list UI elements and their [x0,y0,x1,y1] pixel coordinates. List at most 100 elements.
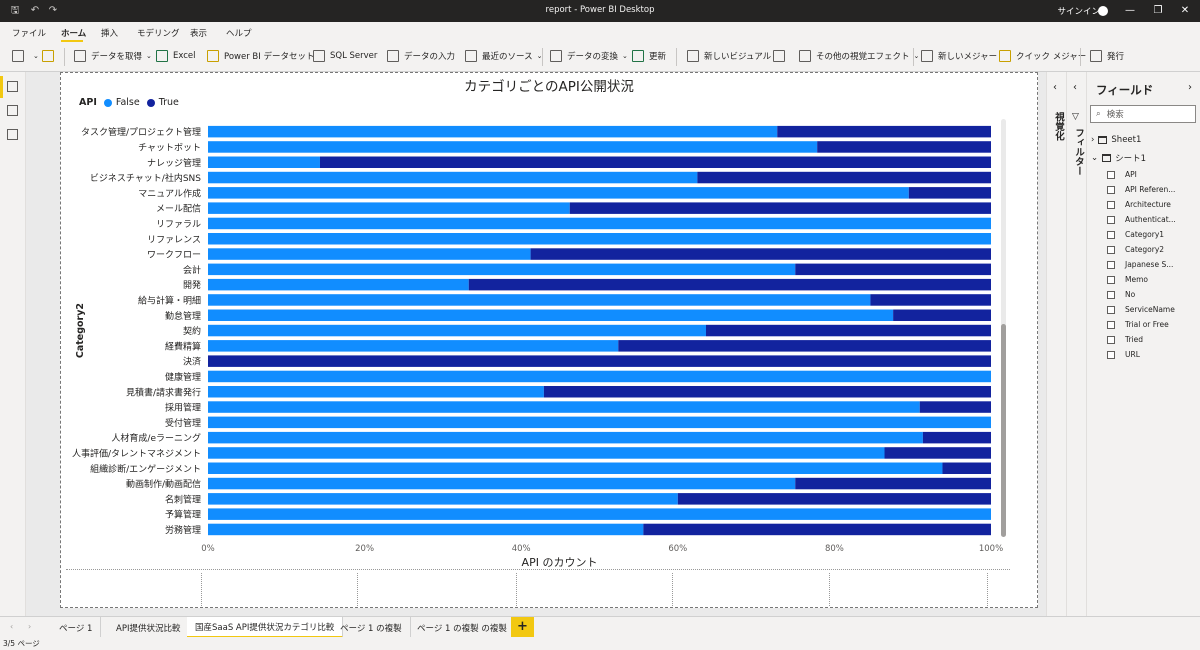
bar-true[interactable] [319,156,991,169]
field-checkbox[interactable] [1107,260,1115,269]
bar-false[interactable] [208,294,871,306]
bar-true[interactable] [543,386,991,398]
collapse-chevron-icon[interactable]: ‹ [1073,82,1077,93]
bar-false[interactable] [208,202,570,214]
field-checkbox[interactable] [1107,275,1115,284]
bar-false[interactable] [208,431,923,444]
bar-false[interactable] [208,324,706,337]
quick-measure-button[interactable]: クイック メジャー [999,50,1086,62]
bar-false[interactable] [208,477,796,490]
collapse-chevron-icon[interactable]: ‹ [1053,82,1057,93]
field-checkbox[interactable] [1107,215,1115,224]
bar-false[interactable] [208,233,991,245]
menu-modeling[interactable]: モデリング [137,27,180,39]
tab-api-comparison[interactable]: API提供状況比較 [108,617,190,638]
close-icon[interactable]: ✕ [1178,4,1192,18]
tab-page1[interactable]: ページ 1 [51,617,102,638]
field-checkbox[interactable] [1107,230,1115,239]
field-item[interactable]: Authenticat... [1107,215,1176,224]
new-measure-button[interactable]: 新しいメジャー [921,50,997,62]
menu-help[interactable]: ヘルプ [226,27,252,39]
account-icon[interactable] [1098,6,1108,16]
bar-true[interactable] [795,263,991,276]
bar-false[interactable] [208,156,320,169]
bar-false[interactable] [208,447,885,459]
bar-true[interactable] [208,355,991,367]
visualizations-pane[interactable]: ‹ 視覚化 [1046,72,1066,616]
new-visual-button[interactable]: 新しいビジュアル [687,50,771,62]
signin-button[interactable]: サインイン [1057,5,1100,17]
bar-false[interactable] [208,141,818,153]
get-data-button[interactable]: データを取得 ⌄ [74,50,152,62]
fields-search-input[interactable]: ⌕ 検索 [1090,105,1196,123]
menu-insert[interactable]: 挿入 [101,27,118,39]
bar-true[interactable] [870,294,991,306]
maximize-icon[interactable]: ❐ [1151,4,1165,18]
bar-true[interactable] [919,401,991,413]
bar-false[interactable] [208,187,909,199]
excel-button[interactable]: Excel [156,50,196,62]
chart-scroll-thumb[interactable] [1001,324,1006,537]
field-item[interactable]: Memo [1107,275,1148,284]
bar-false[interactable] [208,386,544,398]
bar-true[interactable] [468,278,991,291]
bar-true[interactable] [677,493,991,505]
expand-chevron-icon[interactable]: › [1188,82,1192,93]
field-item[interactable]: API Referen... [1107,185,1175,194]
field-checkbox[interactable] [1107,350,1115,359]
field-checkbox[interactable] [1107,305,1115,314]
bar-true[interactable] [697,171,991,184]
bar-true[interactable] [884,447,991,459]
field-checkbox[interactable] [1107,185,1115,194]
textbox-button[interactable] [773,50,790,62]
filters-label[interactable]: フィルター [1071,128,1085,176]
field-item[interactable]: Trial or Free [1107,320,1169,329]
field-checkbox[interactable] [1107,335,1115,344]
tab-page1-copy-copy[interactable]: ページ 1 の複製 の複製 [409,617,516,638]
next-page-icon[interactable]: › [28,622,31,631]
bar-false[interactable] [208,217,991,230]
filters-pane[interactable]: ‹ ▽ フィルター [1066,72,1086,616]
menu-file[interactable]: ファイル [12,27,46,39]
bar-false[interactable] [208,493,678,505]
tab-category-comparison[interactable]: 国産SaaS API提供状況カテゴリ比較 [187,617,344,638]
prev-page-icon[interactable]: ‹ [10,622,13,631]
bar-false[interactable] [208,401,920,413]
table-sheet1[interactable]: › Sheet1 [1091,135,1141,145]
visualizations-label[interactable]: 視覚化 [1051,112,1065,141]
field-item[interactable]: No [1107,290,1135,299]
bar-true[interactable] [942,462,991,475]
bar-true[interactable] [893,309,991,322]
recent-sources-button[interactable]: 最近のソース ⌄ [465,50,542,62]
bar-false[interactable] [208,309,894,322]
field-checkbox[interactable] [1107,200,1115,209]
bar-true[interactable] [705,324,991,337]
publish-button[interactable]: 発行 [1090,50,1124,62]
sql-server-button[interactable]: SQL Server [313,50,377,62]
table-sheet1-jp[interactable]: ⌄ シート1 [1091,152,1146,164]
transform-data-button[interactable]: データの変換 ⌄ [550,50,628,62]
bar-true[interactable] [643,523,991,536]
bar-false[interactable] [208,171,698,184]
paste-button[interactable]: ⌄ [12,50,39,62]
field-checkbox[interactable] [1107,290,1115,299]
field-item[interactable]: URL [1107,350,1140,359]
data-view-icon[interactable] [7,105,18,116]
more-visuals-button[interactable]: その他の視覚エフェクト ⌄ [799,50,919,62]
field-item[interactable]: Category2 [1107,245,1164,254]
field-item[interactable]: Japanese S... [1107,260,1173,269]
pbi-dataset-button[interactable]: Power BI データセット [207,50,314,62]
format-painter-button[interactable] [42,50,59,62]
bar-false[interactable] [208,508,991,520]
field-item[interactable]: Tried [1107,335,1143,344]
stacked-bar-chart[interactable]: タスク管理/プロジェクト管理チャットボットナレッジ管理ビジネスチャット/社内SN… [61,103,1003,573]
bar-false[interactable] [208,278,469,291]
field-item[interactable]: Architecture [1107,200,1171,209]
bar-false[interactable] [208,125,778,138]
bar-true[interactable] [922,431,991,444]
bar-true[interactable] [817,141,991,153]
bar-false[interactable] [208,340,619,352]
model-view-icon[interactable] [7,129,18,140]
bar-true[interactable] [777,125,991,138]
report-view-icon[interactable] [7,81,18,92]
